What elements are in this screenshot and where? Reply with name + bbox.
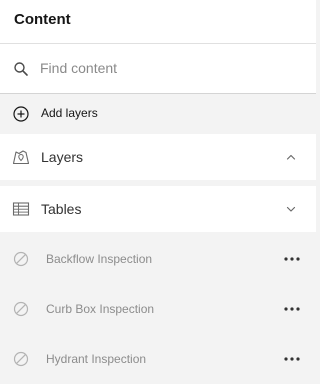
circle-slash-icon	[13, 251, 29, 267]
section-layers[interactable]: Layers	[0, 134, 316, 180]
chevron-up-icon[interactable]	[285, 151, 297, 163]
list-item[interactable]: Backflow Inspection	[0, 234, 316, 284]
content-panel: Content Add layers Layers	[0, 0, 316, 384]
list-item-label: Hydrant Inspection	[46, 352, 147, 366]
layers-icon	[12, 150, 30, 165]
search-input[interactable]	[40, 57, 300, 79]
list-item[interactable]: Curb Box Inspection	[0, 284, 316, 334]
ellipsis-icon[interactable]	[280, 301, 304, 317]
search-bar	[0, 44, 316, 94]
section-tables[interactable]: Tables	[0, 186, 316, 232]
ellipsis-icon[interactable]	[280, 251, 304, 267]
circle-slash-icon	[13, 301, 29, 317]
chevron-down-icon[interactable]	[285, 203, 297, 215]
ellipsis-icon[interactable]	[280, 351, 304, 367]
circle-slash-icon	[13, 351, 29, 367]
list-item[interactable]: Hydrant Inspection	[0, 334, 316, 384]
search-icon	[14, 62, 28, 76]
table-icon	[12, 202, 30, 216]
list-item-label: Curb Box Inspection	[46, 302, 155, 316]
list-item-label: Backflow Inspection	[46, 252, 153, 266]
add-layers-button[interactable]: Add layers	[0, 94, 316, 134]
add-layers-label: Add layers	[41, 106, 98, 120]
panel-title: Content	[14, 11, 71, 28]
section-tables-label: Tables	[41, 201, 82, 217]
plus-circle-icon	[13, 106, 29, 122]
panel-header: Content	[0, 0, 316, 44]
section-layers-label: Layers	[41, 149, 84, 165]
